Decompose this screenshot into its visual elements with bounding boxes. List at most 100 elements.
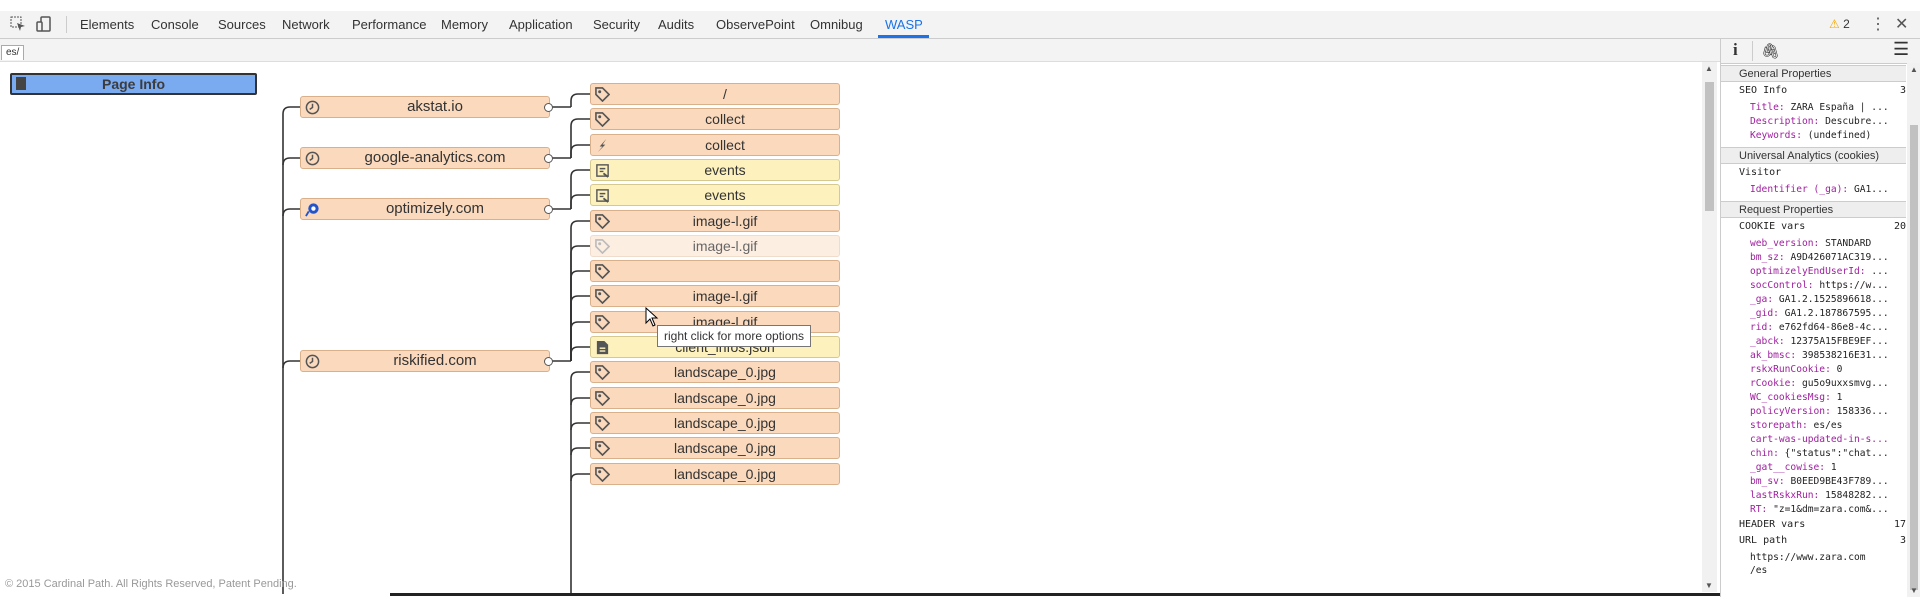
tab-omnibug[interactable]: Omnibug: [810, 11, 863, 38]
property-key: RT:: [1750, 504, 1768, 515]
property-row[interactable]: bm_sz: A9D426071AC319...: [1750, 251, 1906, 265]
tab-console[interactable]: Console: [151, 11, 199, 38]
optimizely-icon: [305, 203, 319, 217]
property-key: rid:: [1750, 322, 1774, 333]
page-info-node[interactable]: Page Info: [10, 73, 257, 95]
property-value: ...: [1871, 266, 1889, 277]
scroll-thumb[interactable]: [1910, 125, 1918, 590]
property-group[interactable]: HEADER vars 17: [1739, 519, 1906, 530]
scroll-up-icon[interactable]: ▲: [1910, 65, 1918, 74]
tab-observepoint[interactable]: ObservePoint: [716, 11, 795, 38]
request-node[interactable]: landscape_0.jpg: [590, 437, 840, 459]
close-icon[interactable]: ✕: [1895, 11, 1908, 38]
property-row[interactable]: WC_cookiesMsg: 1: [1750, 391, 1906, 405]
property-group[interactable]: URL path 3: [1739, 535, 1906, 546]
scroll-up-icon[interactable]: ▲: [1705, 64, 1713, 73]
tab-application[interactable]: Application: [509, 11, 573, 38]
graph-canvas[interactable]: Page Info akstat.io google-analytics.com o…: [0, 62, 1700, 594]
tab-performance[interactable]: Performance: [352, 11, 426, 38]
request-node[interactable]: [590, 260, 840, 282]
domain-node[interactable]: optimizely.com: [300, 198, 553, 220]
request-node[interactable]: collect: [590, 108, 840, 130]
request-label: landscape_0.jpg: [674, 390, 776, 406]
scroll-down-icon[interactable]: ▼: [1705, 581, 1713, 590]
request-node[interactable]: events: [590, 159, 840, 181]
request-node[interactable]: landscape_0.jpg: [590, 361, 840, 383]
property-row[interactable]: Keywords: (undefined): [1750, 129, 1906, 143]
device-toolbar-icon[interactable]: [36, 16, 52, 32]
expand-knob[interactable]: [544, 357, 553, 366]
property-row[interactable]: storepath: es/es: [1750, 419, 1906, 433]
tag-icon: [595, 87, 610, 102]
property-row[interactable]: /es: [1750, 564, 1906, 578]
property-row[interactable]: bm_sv: B0EED9BE43F789...: [1750, 475, 1906, 489]
graph-vertical-scrollbar[interactable]: ▲ ▼: [1702, 62, 1717, 592]
section-header[interactable]: General Properties: [1721, 65, 1906, 82]
domain-node[interactable]: google-analytics.com: [300, 147, 553, 169]
request-node[interactable]: landscape_0.jpg: [590, 387, 840, 409]
page-tab[interactable]: es/: [1, 45, 25, 60]
request-node[interactable]: image-l.gif: [590, 285, 840, 307]
property-row[interactable]: web_version: STANDARD: [1750, 237, 1906, 251]
request-node[interactable]: collect: [590, 134, 840, 156]
property-row[interactable]: policyVersion: 158336...: [1750, 405, 1906, 419]
group-title: COOKIE vars: [1739, 221, 1806, 232]
request-node[interactable]: /: [590, 83, 840, 105]
property-row[interactable]: chin: {"status":"chat...: [1750, 447, 1906, 461]
property-row[interactable]: _abck: 12375A15FBE9EF...: [1750, 335, 1906, 349]
request-node[interactable]: landscape_0.jpg: [590, 412, 840, 434]
tab-wasp[interactable]: WASP: [885, 11, 923, 38]
property-value: "z=1&dm=zara.com&...: [1773, 504, 1889, 515]
property-row[interactable]: Identifier (_ga): GA1...: [1750, 183, 1906, 197]
request-node[interactable]: image-l.gif: [590, 210, 840, 232]
inspect-icon[interactable]: [10, 16, 26, 32]
request-node[interactable]: image-l.gif: [590, 235, 840, 257]
property-group[interactable]: Visitor: [1739, 167, 1906, 178]
properties-scrollbar[interactable]: ▲ ▼: [1907, 63, 1920, 597]
expand-knob[interactable]: [544, 205, 553, 214]
section-header[interactable]: Request Properties: [1721, 201, 1906, 218]
info-icon[interactable]: i: [1733, 40, 1738, 60]
scroll-down-icon[interactable]: ▼: [1910, 586, 1918, 595]
request-node[interactable]: landscape_0.jpg: [590, 463, 840, 485]
property-group[interactable]: SEO Info 3: [1739, 85, 1906, 96]
tab-network[interactable]: Network: [282, 11, 330, 38]
tab-security[interactable]: Security: [593, 11, 640, 38]
expand-knob[interactable]: [544, 154, 553, 163]
request-node[interactable]: events: [590, 184, 840, 206]
json-file-icon: [596, 340, 609, 355]
tab-sources[interactable]: Sources: [218, 11, 266, 38]
property-row[interactable]: rid: e762fd64-86e8-4c...: [1750, 321, 1906, 335]
property-row[interactable]: _gat__cowise: 1: [1750, 461, 1906, 475]
property-row[interactable]: optimizelyEndUserId: ...: [1750, 265, 1906, 279]
property-row[interactable]: RT: "z=1&dm=zara.com&...: [1750, 503, 1906, 517]
tab-elements[interactable]: Elements: [80, 11, 134, 38]
property-row[interactable]: ak_bmsc: 398538216E31...: [1750, 349, 1906, 363]
property-key: _ga:: [1750, 294, 1774, 305]
property-row[interactable]: _ga: GA1.2.1525896618...: [1750, 293, 1906, 307]
section-header[interactable]: Universal Analytics (cookies): [1721, 147, 1906, 164]
more-options-icon[interactable]: ⋮: [1870, 11, 1886, 38]
tab-audits[interactable]: Audits: [658, 11, 694, 38]
property-key: Identifier (_ga):: [1750, 184, 1849, 195]
property-row[interactable]: _gid: GA1.2.187867595...: [1750, 307, 1906, 321]
property-row[interactable]: lastRskxRun: 15848282...: [1750, 489, 1906, 503]
property-row[interactable]: rskxRunCookie: 0: [1750, 363, 1906, 377]
menu-icon[interactable]: ☰: [1893, 39, 1909, 60]
connector-line: [282, 360, 300, 369]
scroll-thumb[interactable]: [1705, 82, 1714, 211]
property-row[interactable]: Description: Descubre...: [1750, 115, 1906, 129]
property-row[interactable]: https://www.zara.com: [1750, 551, 1906, 565]
property-row[interactable]: cart-was-updated-in-s...: [1750, 433, 1906, 447]
property-row[interactable]: rCookie: gu5o9uxxsmvg...: [1750, 377, 1906, 391]
domain-node[interactable]: akstat.io: [300, 96, 553, 118]
paperclip-icon[interactable]: 🖇: [1761, 42, 1780, 60]
horizontal-scrollbar[interactable]: [390, 593, 1720, 596]
property-row[interactable]: Title: ZARA España | ...: [1750, 101, 1906, 115]
expand-knob[interactable]: [544, 103, 553, 112]
tab-memory[interactable]: Memory: [441, 11, 488, 38]
warning-counter[interactable]: ⚠ 2: [1829, 11, 1850, 38]
property-row[interactable]: socControl: https://w...: [1750, 279, 1906, 293]
property-group[interactable]: COOKIE vars 20: [1739, 221, 1906, 232]
domain-node[interactable]: riskified.com: [300, 350, 553, 372]
